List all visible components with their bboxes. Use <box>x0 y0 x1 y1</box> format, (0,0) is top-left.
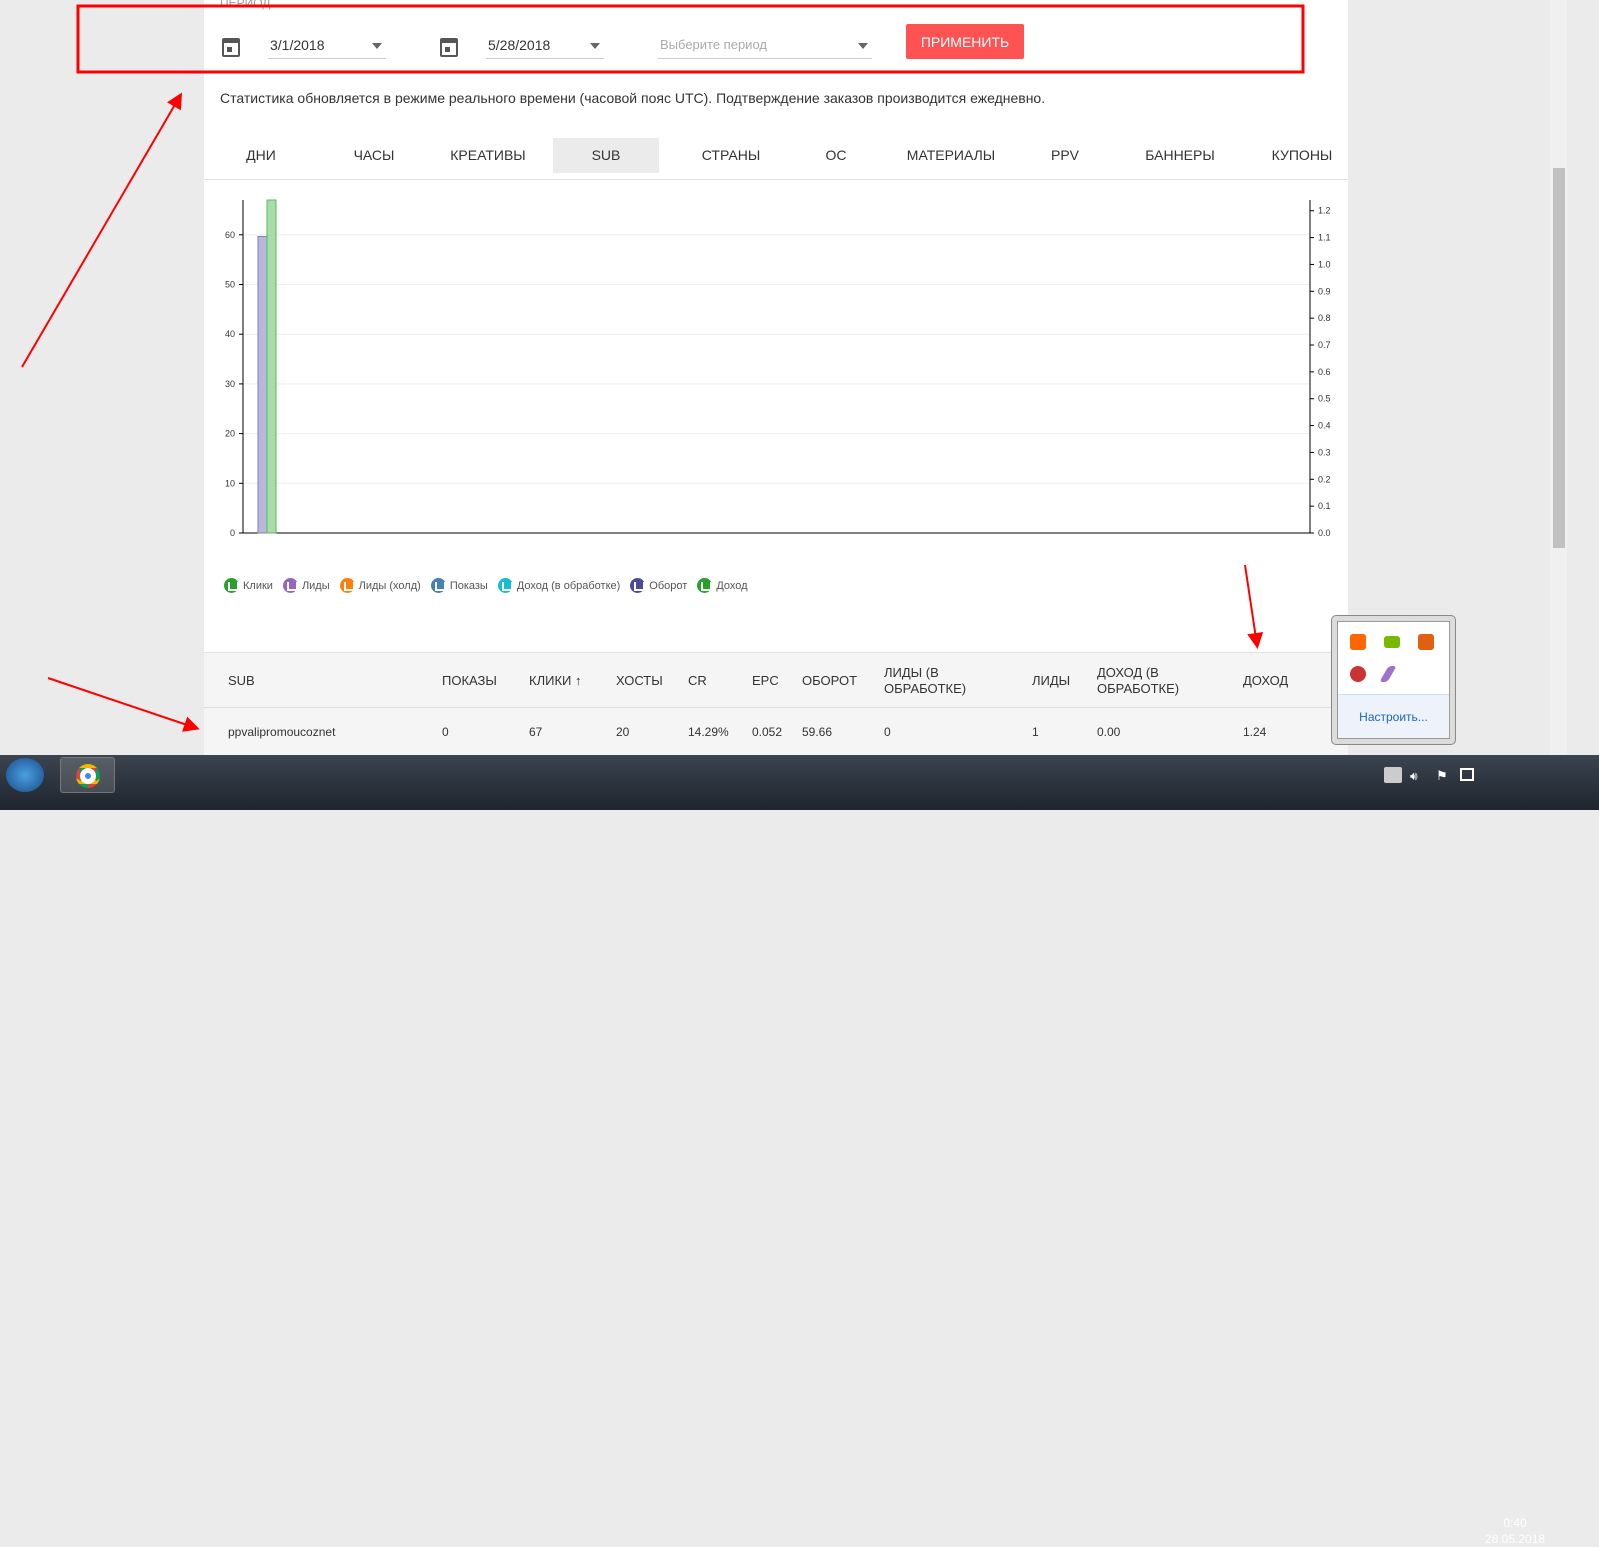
network-icon[interactable] <box>1460 768 1474 781</box>
action-center-flag-icon[interactable]: ⚑ <box>1436 768 1448 784</box>
taskbar: 🔊︎ ⚑ 0:40 28.05.2018 <box>0 755 1599 1546</box>
chrome-icon <box>75 764 100 788</box>
clock[interactable]: 0:40 28.05.2018 <box>1485 1515 1545 1547</box>
show-hidden-icons-button[interactable] <box>1384 767 1402 783</box>
java-icon[interactable] <box>1418 634 1434 650</box>
chrome-taskbar-button[interactable] <box>60 757 115 793</box>
customize-link[interactable]: Настроить... <box>1338 694 1449 738</box>
volume-icon[interactable]: 🔊︎ <box>1410 769 1418 784</box>
annotation-rectangle <box>76 4 1305 74</box>
annotation-arrow <box>1244 564 1264 649</box>
avast-icon[interactable] <box>1350 634 1366 650</box>
clock-date: 28.05.2018 <box>1485 1532 1546 1546</box>
tray-overflow-popup: Настроить... <box>1331 615 1456 745</box>
annotation-arrow <box>47 677 200 732</box>
start-button[interactable] <box>6 758 44 792</box>
feather-icon[interactable] <box>1379 666 1397 682</box>
nvidia-icon[interactable] <box>1384 636 1400 648</box>
ccleaner-icon[interactable] <box>1350 666 1366 682</box>
clock-time: 0:40 <box>1503 1516 1527 1530</box>
annotation-arrow <box>21 92 183 368</box>
